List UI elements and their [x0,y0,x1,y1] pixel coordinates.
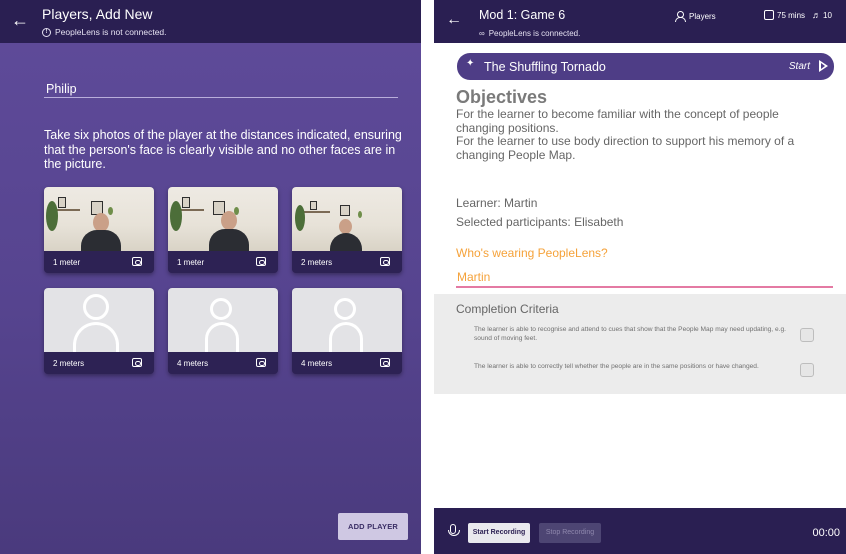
link-icon: ∞ [479,29,485,38]
placeholder-photo [168,288,278,354]
connection-status: ! PeopleLens is not connected. [42,27,167,37]
left-top-bar: ← Players, Add New ! PeopleLens is not c… [0,0,421,43]
add-player-pane: ← Players, Add New ! PeopleLens is not c… [0,0,421,554]
camera-icon[interactable] [256,358,266,367]
recording-timer: 00:00 [812,527,840,539]
photo-slot-6[interactable]: 4 meters [292,288,402,374]
photo-caption: 2 meters [44,352,154,374]
criterion-checkbox[interactable] [800,328,814,342]
objectives-text: For the learner to become familiar with … [456,107,828,162]
wearer-select-underline [456,286,833,288]
photo-distance-label: 1 meter [177,258,205,267]
photo-caption: 2 meters [292,251,402,273]
photo-caption: 4 meters [292,352,402,374]
start-recording-button[interactable]: Start Recording [468,523,530,543]
photo-distance-label: 4 meters [301,359,333,368]
start-label[interactable]: Start [789,61,810,72]
player-photo [168,187,278,251]
photo-caption: 1 meter [168,251,278,273]
criterion-checkbox[interactable] [800,363,814,377]
photo-caption: 4 meters [168,352,278,374]
tornado-icon: ✦ [466,58,475,69]
duration-indicator[interactable]: 75 mins [764,10,805,20]
player-name-input[interactable]: Philip [46,82,77,96]
photo-distance-label: 1 meter [53,258,81,267]
photo-slot-3[interactable]: 2 meters [292,187,402,273]
photo-slot-2[interactable]: 1 meter [168,187,278,273]
camera-icon[interactable] [132,358,142,367]
camera-icon[interactable] [380,358,390,367]
game-start-bar[interactable]: ✦ The Shuffling Tornado Start [457,53,834,80]
player-photo [292,187,402,251]
back-arrow-icon[interactable]: ← [446,11,462,29]
photo-slot-1[interactable]: 1 meter [44,187,154,273]
placeholder-photo [292,288,402,354]
person-icon [674,11,686,22]
stop-recording-button[interactable]: Stop Recording [539,523,601,543]
volume-control[interactable]: ♬ 10 [812,10,832,20]
objectives-heading: Objectives [456,87,548,107]
game-title: Mod 1: Game 6 [479,8,566,22]
recording-bar: Start Recording Stop Recording 00:00 [434,508,846,554]
info-icon: ! [42,27,51,37]
player-name-underline [44,97,398,98]
avatar-placeholder-icon [210,298,232,320]
microphone-icon [448,524,460,536]
criterion-text: The learner is able to correctly tell wh… [474,363,759,370]
add-player-button[interactable]: ADD PLAYER [338,513,408,540]
game-pane: ← Mod 1: Game 6 ∞ PeopleLens is connecte… [434,0,846,554]
game-name: The Shuffling Tornado [484,60,606,74]
wearer-select[interactable]: Martin [457,270,490,284]
connection-status-text: PeopleLens is connected. [488,29,581,38]
connection-status-text: PeopleLens is not connected. [55,27,167,37]
volume-label: 10 [823,10,832,20]
players-button[interactable]: Players [674,11,716,22]
photo-distance-label: 2 meters [301,258,333,267]
players-label: Players [689,12,716,21]
timer-icon [764,10,774,20]
speaker-icon: ♬ [812,10,821,20]
connection-status: ∞ PeopleLens is connected. [479,29,580,38]
participants-label: Selected participants: Elisabeth [456,215,624,229]
photo-caption: 1 meter [44,251,154,273]
criteria-heading: Completion Criteria [456,302,559,316]
completion-criteria: Completion Criteria The learner is able … [434,294,846,394]
objectives-body: For the learner to become familiar with … [456,107,795,162]
photo-distance-label: 4 meters [177,359,209,368]
photo-instructions: Take six photos of the player at the dis… [44,128,402,171]
back-arrow-icon[interactable]: ← [10,9,30,31]
right-top-bar: ← Mod 1: Game 6 ∞ PeopleLens is connecte… [434,0,846,43]
photo-slot-5[interactable]: 4 meters [168,288,278,374]
avatar-placeholder-icon [334,298,356,320]
criterion-text: The learner is able to recognise and att… [474,326,786,342]
page-title: Players, Add New [42,6,153,22]
learner-label: Learner: Martin [456,196,538,210]
camera-icon[interactable] [256,257,266,266]
player-photo [44,187,154,252]
photo-slot-4[interactable]: 2 meters [44,288,154,374]
wearing-question: Who's wearing PeopleLens? [456,246,608,260]
photo-distance-label: 2 meters [53,359,85,368]
camera-icon[interactable] [380,257,390,266]
avatar-placeholder-icon [83,294,109,320]
placeholder-photo [44,288,154,354]
camera-icon[interactable] [132,257,142,266]
duration-label: 75 mins [777,10,806,20]
